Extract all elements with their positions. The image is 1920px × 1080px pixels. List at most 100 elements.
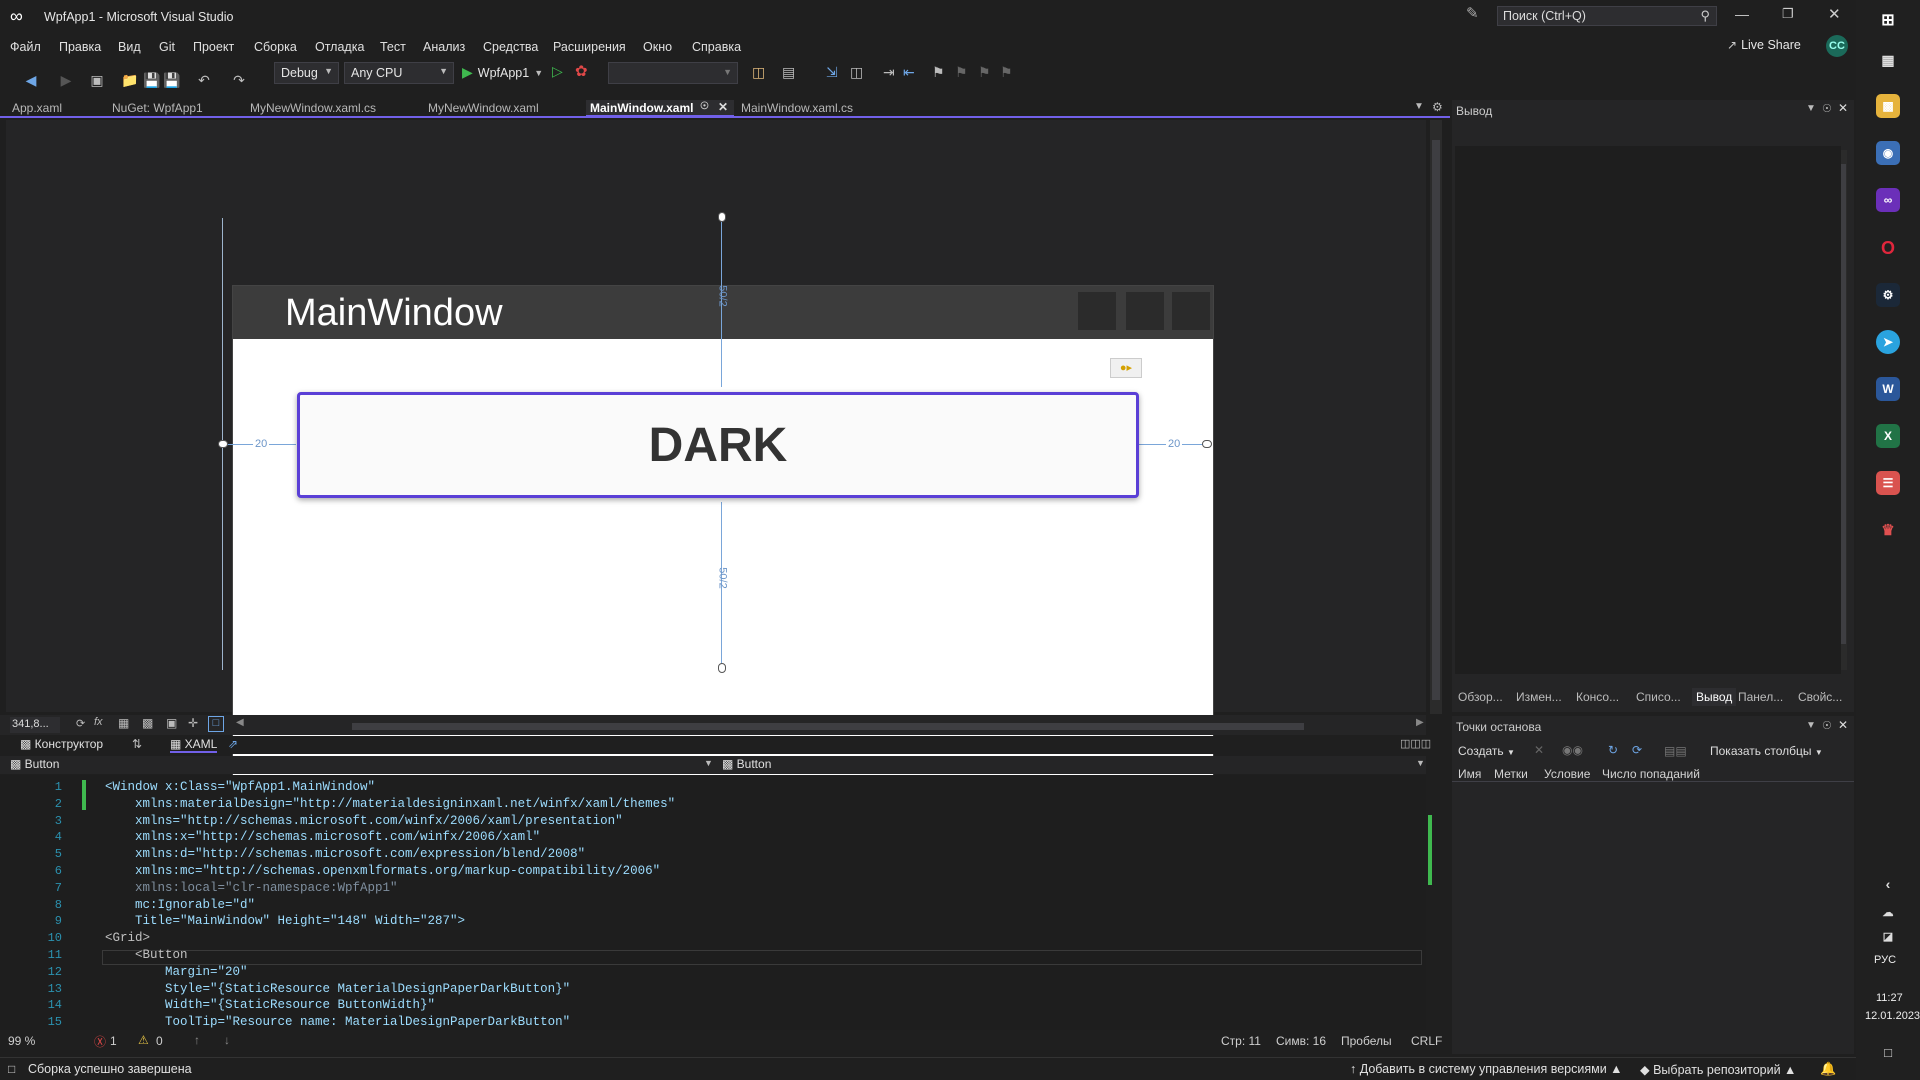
grid-icon[interactable]: ▦ (118, 716, 129, 730)
scroll-right-icon[interactable]: ▶ (1416, 717, 1424, 728)
columns-icon[interactable]: ◫ (850, 64, 863, 81)
select-repo-button[interactable]: ◆ Выбрать репозиторий ▲ (1640, 1062, 1796, 1077)
swap-panes-icon[interactable]: ⇅ (132, 737, 142, 751)
minimize-button[interactable]: — (1735, 6, 1749, 22)
code-line[interactable]: xmlns="http://schemas.microsoft.com/winf… (105, 814, 623, 828)
code-line[interactable]: Width="{StaticResource ButtonWidth}" (105, 998, 435, 1012)
chevron-down-icon[interactable]: ▼ (1806, 103, 1816, 114)
notification-center-icon[interactable]: □ (1876, 1040, 1900, 1064)
output-tab-console[interactable]: Консо... (1576, 690, 1619, 704)
toggle-all-icon[interactable]: ◉◉ (1562, 743, 1583, 757)
folder-icon[interactable]: ◫ (752, 64, 765, 81)
close-icon[interactable]: ✕ (1838, 718, 1848, 732)
open-folder-icon[interactable]: 📁 (121, 68, 138, 92)
close-icon[interactable]: ✕ (1838, 101, 1848, 115)
code-line[interactable]: <Grid> (105, 931, 150, 945)
close-icon[interactable]: ✕ (718, 100, 728, 114)
create-button[interactable]: Создать ▼ (1458, 744, 1515, 758)
code-line[interactable]: mc:Ignorable="d" (105, 898, 255, 912)
user-avatar[interactable]: CC (1826, 35, 1848, 57)
warning-icon[interactable]: ⚠ (138, 1033, 149, 1047)
output-tab-changes[interactable]: Измен... (1516, 690, 1562, 704)
source-control-button[interactable]: ↑ Добавить в систему управления версиями… (1350, 1062, 1623, 1076)
run-button[interactable]: ▶ WpfApp1 ▼ (462, 64, 543, 81)
bookmark-icon[interactable]: ⚑ (932, 64, 945, 81)
menu-extensions[interactable]: Расширения (553, 40, 626, 54)
menu-project[interactable]: Проект (193, 40, 234, 54)
output-tab-properties[interactable]: Свойс... (1798, 690, 1842, 704)
save-icon[interactable]: 💾 (143, 68, 160, 92)
platform-dropdown[interactable]: Any CPU ▼ (344, 62, 454, 84)
snap-lines-icon[interactable]: ✛ (188, 716, 198, 730)
designer-horizontal-scroll-thumb[interactable] (352, 723, 1304, 730)
element-dropdown-left[interactable]: ▩ Button (10, 757, 59, 771)
menu-tools[interactable]: Средства (483, 40, 538, 54)
visual-studio-icon[interactable]: ∞ (1876, 188, 1900, 212)
menu-build[interactable]: Сборка (254, 40, 297, 54)
arrow-up-icon[interactable]: ↑ (194, 1033, 200, 1047)
search-box[interactable]: Поиск (Ctrl+Q) ⚲ (1497, 6, 1717, 26)
bookmark-clear-icon[interactable]: ⚑ (1000, 64, 1013, 81)
word-icon[interactable]: W (1876, 377, 1900, 401)
menu-help[interactable]: Справка (692, 40, 741, 54)
menu-analyze[interactable]: Анализ (423, 40, 465, 54)
tab-nuget[interactable]: NuGet: WpfApp1 (108, 100, 207, 117)
export-icon[interactable]: ▤▤ (1664, 744, 1687, 758)
code-line[interactable]: xmlns:local="clr-namespace:WpfApp1" (105, 881, 398, 895)
new-project-icon[interactable]: ▣ (88, 68, 106, 92)
code-line[interactable]: ToolTip="Resource name: MaterialDesignPa… (105, 1015, 570, 1029)
arrow-down-icon[interactable]: ↓ (224, 1033, 230, 1047)
save-all-icon[interactable]: 💾 (163, 68, 180, 92)
scroll-left-icon[interactable]: ◀ (236, 717, 244, 728)
pinned-app-icon[interactable]: ♛ (1876, 518, 1900, 542)
scroll-thumb[interactable] (1432, 140, 1440, 700)
menu-view[interactable]: Вид (118, 40, 141, 54)
indent-mode[interactable]: Пробелы (1341, 1034, 1392, 1048)
forward-icon[interactable]: ▶ (58, 68, 74, 92)
popout-xaml-icon[interactable]: ⇗ (228, 737, 238, 751)
tab-app-xaml[interactable]: App.xaml (8, 100, 66, 117)
line-ending[interactable]: CRLF (1411, 1034, 1442, 1048)
resize-handle-bottom[interactable] (718, 663, 726, 673)
tab-mynewwindow-cs[interactable]: MyNewWindow.xaml.cs (246, 100, 380, 117)
windows-start-icon[interactable]: ⊞ (1876, 8, 1900, 32)
menu-edit[interactable]: Правка (59, 40, 101, 54)
feedback-icon[interactable]: ✎ (1466, 4, 1479, 22)
pin-icon[interactable]: ☉ (700, 101, 709, 112)
code-line[interactable]: Margin="20" (105, 965, 248, 979)
tab-mynewwindow-xaml[interactable]: MyNewWindow.xaml (424, 100, 543, 117)
close-button[interactable]: ✕ (1828, 5, 1841, 23)
code-line[interactable]: <Window x:Class="WpfApp1.MainWindow" (105, 780, 375, 794)
project-code-icon[interactable]: □ (208, 716, 224, 732)
excel-icon[interactable]: X (1876, 424, 1900, 448)
browser-icon[interactable]: ◉ (1876, 141, 1900, 165)
code-line[interactable]: xmlns:materialDesign="http://materialdes… (105, 797, 675, 811)
undo-icon[interactable]: ↶ (195, 68, 213, 92)
clock-time[interactable]: 11:27 (1876, 992, 1903, 1004)
artboard-icon[interactable]: ▣ (166, 716, 177, 730)
column-condition[interactable]: Условие (1544, 767, 1590, 781)
tab-mainwindow-xaml[interactable]: MainWindow.xaml ☉ ✕ (586, 100, 734, 117)
menu-debug[interactable]: Отладка (315, 40, 364, 54)
designer-view-tab[interactable]: ▩ Конструктор (20, 737, 103, 751)
gear-icon[interactable]: ⚙ (1432, 100, 1443, 114)
refresh-icon[interactable]: ↻ (1608, 743, 1618, 757)
chevron-down-icon[interactable]: ▼ (1806, 720, 1816, 731)
code-line[interactable]: <Button (105, 948, 188, 962)
snap-grid-icon[interactable]: ▩ (142, 716, 153, 730)
clock-date[interactable]: 12.01.2023 (1865, 1010, 1920, 1022)
config-dropdown[interactable]: Debug ▼ (274, 62, 339, 84)
redo-icon[interactable]: ↷ (230, 68, 248, 92)
telegram-icon[interactable]: ➤ (1876, 330, 1900, 354)
column-hit-count[interactable]: Число попаданий (1602, 767, 1700, 781)
hot-reload-icon[interactable]: ✿ (575, 62, 588, 80)
code-line[interactable]: xmlns:mc="http://schemas.openxmlformats.… (105, 864, 660, 878)
restore-button[interactable]: ❐ (1782, 6, 1794, 22)
pin-icon[interactable]: ☉ (1822, 102, 1832, 115)
resize-handle-left[interactable] (218, 440, 228, 448)
smart-tag-icon[interactable]: ●▸ (1110, 358, 1142, 378)
column-labels[interactable]: Метки (1494, 767, 1528, 781)
network-volume-icon[interactable]: ◪ (1876, 924, 1900, 948)
designer-vertical-scrollbar[interactable] (1430, 120, 1442, 714)
column-name[interactable]: Имя (1458, 767, 1481, 781)
